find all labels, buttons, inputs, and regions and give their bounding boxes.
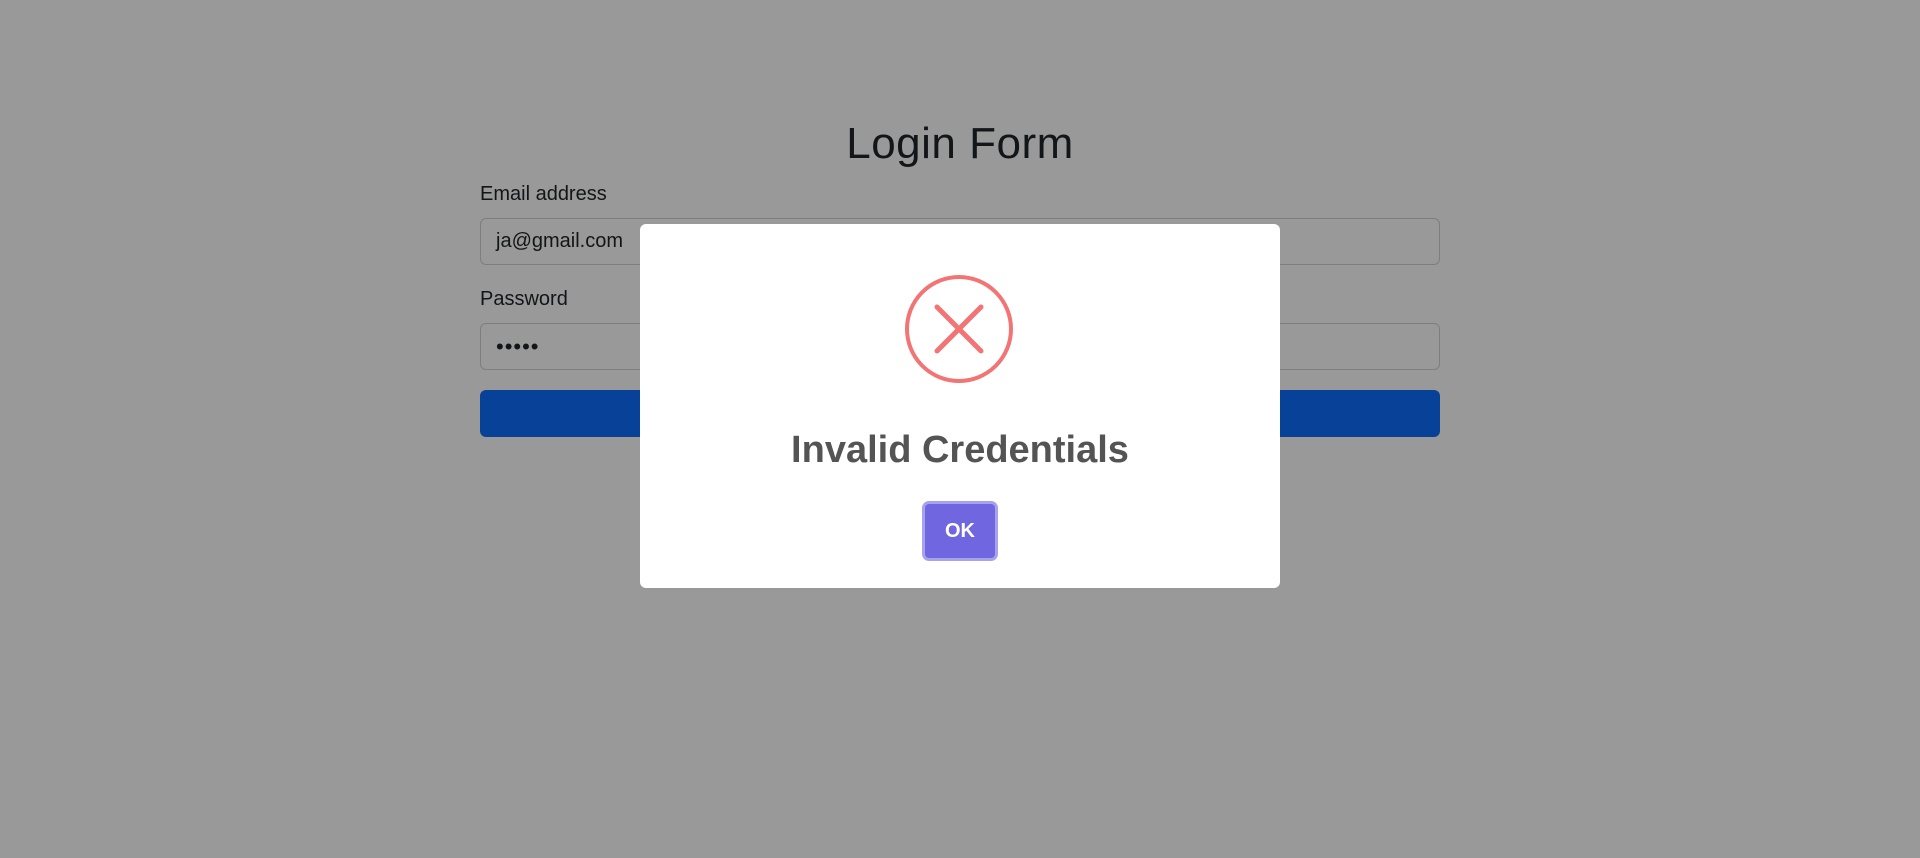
ok-button[interactable]: OK bbox=[922, 501, 998, 561]
ok-button-label: OK bbox=[945, 520, 975, 542]
dialog-title: Invalid Credentials bbox=[791, 429, 1129, 471]
error-x-icon bbox=[905, 275, 1013, 383]
error-dialog: Invalid Credentials OK bbox=[640, 224, 1280, 588]
page: Login Form Email address ja@gmail.com Pa… bbox=[0, 0, 1920, 858]
